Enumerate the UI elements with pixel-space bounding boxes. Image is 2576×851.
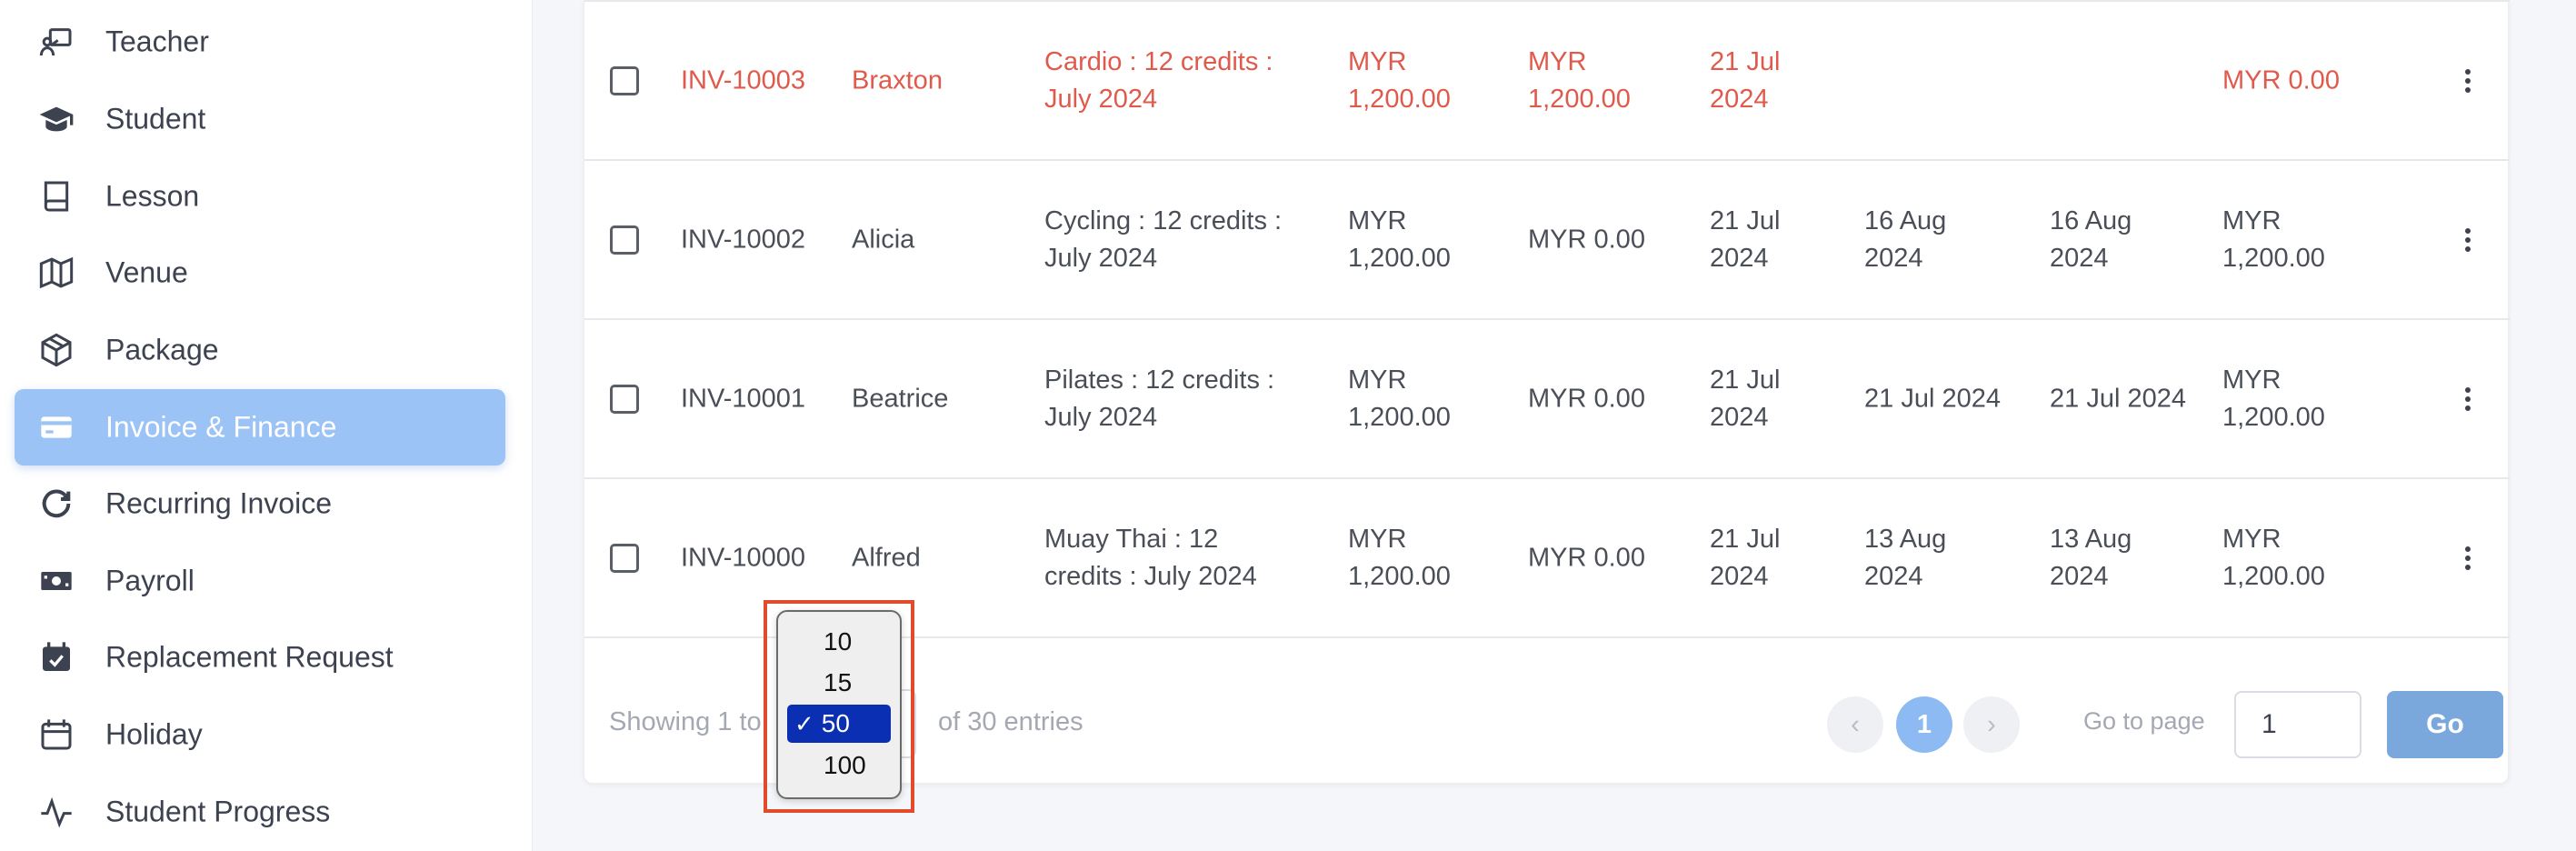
balance: MYR 0.00: [1528, 225, 1645, 254]
page-1-button[interactable]: 1: [1896, 696, 1952, 753]
row-checkbox[interactable]: [610, 225, 639, 255]
map-icon: [38, 255, 75, 291]
entries-dropdown-list: 10 15 ✓ 50 100: [776, 610, 902, 799]
package-icon: [38, 332, 75, 368]
balance: MYR 1,200.00: [1528, 46, 1631, 114]
student-name: Beatrice: [852, 384, 949, 413]
sidebar-item-invoice-finance[interactable]: Invoice & Finance: [15, 389, 505, 466]
goto-page-input[interactable]: [2234, 691, 2361, 758]
row-actions-menu-icon[interactable]: [2459, 385, 2477, 413]
row-checkbox[interactable]: [610, 65, 639, 95]
table-row[interactable]: INV-10003 Braxton Cardio : 12 credits :J…: [584, 2, 2510, 161]
sidebar-item-student-progress[interactable]: Student Progress: [15, 774, 505, 850]
row-actions-menu-icon[interactable]: [2459, 545, 2477, 572]
chevron-left-icon: ‹: [1851, 709, 1860, 739]
sidebar-item-recurring-invoice[interactable]: Recurring Invoice: [15, 466, 505, 542]
sidebar-item-label: Recurring Invoice: [105, 486, 332, 520]
entries-option-15[interactable]: 15: [787, 664, 891, 702]
paid-date: 21 Jul 2024: [2050, 384, 2186, 413]
row-checkbox[interactable]: [610, 543, 639, 573]
invoice-number[interactable]: INV-10003: [681, 62, 805, 99]
checkmark-icon: ✓: [794, 709, 814, 737]
sidebar-item-label: Package: [105, 333, 219, 366]
sidebar-item-label: Student Progress: [105, 795, 331, 828]
sidebar-item-replacement-request[interactable]: Replacement Request: [15, 619, 505, 696]
table-row[interactable]: INV-10002 Alicia Cycling : 12 credits :J…: [584, 161, 2510, 320]
refresh-icon: [38, 486, 75, 522]
due-date: 21 Jul 2024: [1864, 384, 2001, 413]
sidebar-item-teacher[interactable]: Teacher: [15, 4, 505, 80]
sidebar-item-lesson[interactable]: Lesson: [15, 158, 505, 235]
due-date: 16 Aug 2024: [1864, 205, 1947, 273]
prev-page-button[interactable]: ‹: [1827, 696, 1883, 753]
package-description: Muay Thai : 12 credits : July 2024: [1044, 524, 1257, 591]
student-name: Alicia: [852, 225, 915, 254]
paid-amount: MYR 1,200.00: [2222, 524, 2325, 591]
due-date: 13 Aug 2024: [1864, 524, 1947, 591]
sidebar-item-label: Lesson: [105, 179, 200, 213]
sidebar-item-holiday[interactable]: Holiday: [15, 696, 505, 773]
table-row[interactable]: INV-10001 Beatrice Pilates : 12 credits …: [584, 320, 2510, 479]
teacher-icon: [38, 24, 75, 60]
student-name: Braxton: [852, 65, 943, 95]
issue-date: 21 Jul 2024: [1710, 205, 1781, 273]
calendar-icon: [38, 716, 75, 753]
sidebar-item-label: Holiday: [105, 717, 203, 751]
next-page-button[interactable]: ›: [1963, 696, 2020, 753]
amount: MYR 1,200.00: [1348, 205, 1451, 273]
sidebar-item-label: Teacher: [105, 25, 209, 58]
entries-option-10[interactable]: 10: [787, 623, 891, 661]
amount: MYR 1,200.00: [1348, 46, 1451, 114]
balance: MYR 0.00: [1528, 543, 1645, 572]
sidebar-item-payroll[interactable]: Payroll: [15, 543, 505, 619]
money-icon: [38, 563, 75, 599]
student-name: Alfred: [852, 543, 921, 572]
sidebar: Teacher Student Lesson Venue Package Inv…: [0, 0, 533, 851]
sidebar-item-label: Student: [105, 102, 206, 135]
sidebar-item-label: Invoice & Finance: [105, 410, 337, 444]
chevron-right-icon: ›: [1987, 709, 1996, 739]
issue-date: 21 Jul 2024: [1710, 524, 1781, 591]
balance: MYR 0.00: [1528, 384, 1645, 413]
row-actions-menu-icon[interactable]: [2459, 67, 2477, 95]
sidebar-item-label: Payroll: [105, 564, 195, 597]
paid-amount: MYR 0.00: [2222, 65, 2340, 95]
amount: MYR 1,200.00: [1348, 524, 1451, 591]
issue-date: 21 Jul 2024: [1710, 46, 1781, 114]
paid-amount: MYR 1,200.00: [2222, 205, 2325, 273]
go-button[interactable]: Go: [2387, 691, 2503, 758]
amount: MYR 1,200.00: [1348, 365, 1451, 432]
sidebar-item-venue[interactable]: Venue: [15, 235, 505, 311]
row-actions-menu-icon[interactable]: [2459, 226, 2477, 254]
sidebar-item-student[interactable]: Student: [15, 81, 505, 157]
book-icon: [38, 178, 75, 215]
package-description: Pilates : 12 credits : July 2024: [1044, 365, 1275, 432]
package-description: Cardio : 12 credits : July 2024: [1044, 46, 1273, 114]
showing-entries-prefix: Showing 1 to: [609, 707, 762, 736]
package-description: Cycling : 12 credits : July 2024: [1044, 205, 1283, 273]
sidebar-item-label: Replacement Request: [105, 640, 394, 674]
calendar-check-icon: [38, 639, 75, 676]
paid-date: 13 Aug 2024: [2050, 524, 2132, 591]
credit-card-icon: [38, 409, 75, 446]
invoice-number[interactable]: INV-10000: [681, 539, 805, 576]
showing-entries-suffix: of 30 entries: [938, 707, 1083, 736]
invoice-number[interactable]: INV-10001: [681, 380, 805, 417]
graduation-cap-icon: [38, 101, 75, 137]
row-checkbox[interactable]: [610, 384, 639, 414]
entries-option-100[interactable]: 100: [787, 746, 891, 785]
goto-page-label: Go to page: [2083, 707, 2205, 735]
paid-amount: MYR 1,200.00: [2222, 365, 2325, 432]
sidebar-item-package[interactable]: Package: [15, 312, 505, 388]
paid-date: 16 Aug 2024: [2050, 205, 2132, 273]
issue-date: 21 Jul 2024: [1710, 365, 1781, 432]
activity-icon: [38, 794, 75, 830]
sidebar-item-label: Venue: [105, 255, 188, 289]
entries-option-50[interactable]: ✓ 50: [787, 705, 891, 743]
invoice-number[interactable]: INV-10002: [681, 221, 805, 258]
